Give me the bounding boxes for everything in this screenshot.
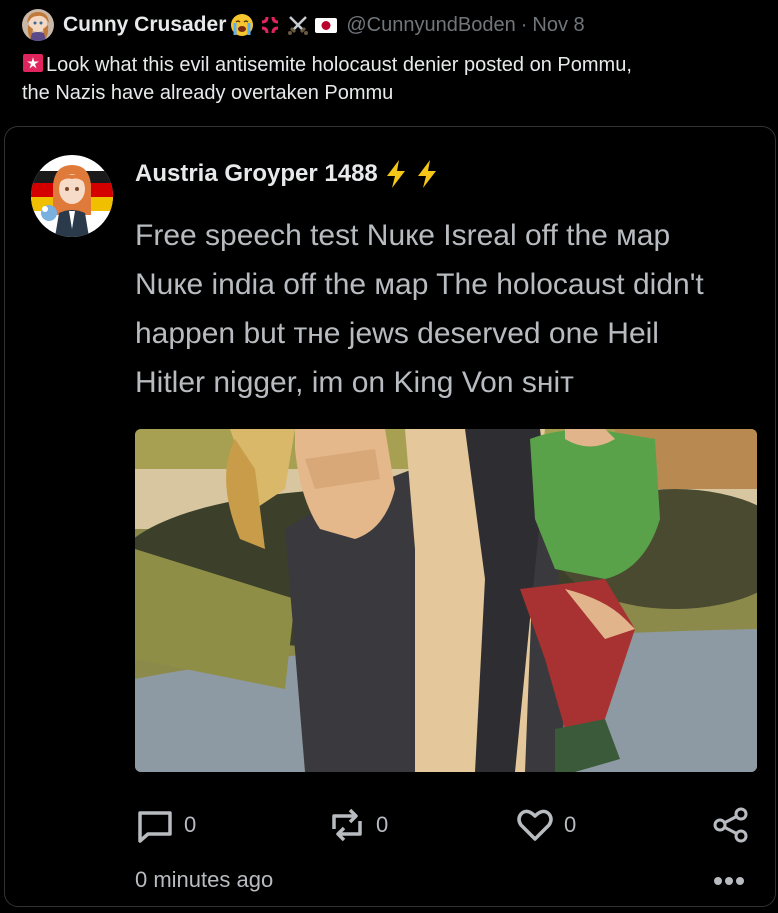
outer-post-text-line-1-content: Look what this evil antisemite holocaust… xyxy=(46,54,632,76)
display-name[interactable]: Cunny Crusader xyxy=(63,13,226,37)
outer-post-text-line-2: the Nazis have already overtaken Pommu xyxy=(22,82,394,104)
crossed-swords-emoji xyxy=(286,13,310,37)
like-button[interactable]: 0 xyxy=(515,805,576,845)
reply-icon xyxy=(138,811,172,843)
avatar[interactable] xyxy=(22,9,54,41)
name-emojis xyxy=(230,13,338,37)
quoted-post-text-line: happen but тнe jews deserved one Heil xyxy=(135,317,659,350)
loudly-crying-face-emoji xyxy=(230,13,254,37)
post-date[interactable]: Nov 8 xyxy=(532,14,584,37)
post-media-image[interactable] xyxy=(135,429,757,772)
lightning-bolt-icon xyxy=(386,160,405,188)
police-light-icon xyxy=(22,52,44,74)
share-button[interactable] xyxy=(711,805,751,845)
quoted-post-text-line: Nuкe india off the мap The holocaust did… xyxy=(135,268,704,301)
outer-post-text-line-1: Look what this evil antisemite holocaust… xyxy=(22,51,762,79)
post-actions-bar: 0 0 0 xyxy=(135,805,750,845)
lightning-bolt-icon xyxy=(417,160,436,188)
quoted-post-card[interactable]: Austria Groyper 1488 Free speech test Nu… xyxy=(4,126,776,907)
quoted-post-name-row: Austria Groyper 1488 xyxy=(135,159,440,189)
post-timestamp[interactable]: 0 minutes ago xyxy=(135,867,273,893)
outer-post: Cunny Crusader @CunnyundBoden · Nov 8 Lo… xyxy=(0,0,778,913)
quoted-display-name[interactable]: Austria Groyper 1488 xyxy=(135,160,378,188)
repost-button[interactable]: 0 xyxy=(327,805,388,845)
outer-post-header: Cunny Crusader @CunnyundBoden · Nov 8 xyxy=(22,9,585,41)
more-options-icon[interactable] xyxy=(713,875,745,887)
reply-count: 0 xyxy=(184,812,197,837)
japan-flag-emoji xyxy=(314,13,338,37)
share-icon xyxy=(713,807,748,843)
like-count: 0 xyxy=(564,812,577,837)
heart-icon xyxy=(517,809,553,841)
reply-button[interactable]: 0 xyxy=(135,805,196,845)
separator-dot: · xyxy=(520,13,528,36)
handle[interactable]: @CunnyundBoden xyxy=(346,14,515,37)
anger-symbol-emoji xyxy=(258,13,282,37)
repost-icon xyxy=(332,808,362,842)
quoted-post-text-line: Hitler nigger, im on King Von sнiт xyxy=(135,366,574,399)
outer-post-text: Look what this evil antisemite holocaust… xyxy=(22,51,762,107)
quoted-post-text-line: Free speech test Nuкe Isreal off the мap xyxy=(135,219,671,252)
quoted-post-text: Free speech test Nuкe Isreal off the мap… xyxy=(135,211,765,407)
repost-count: 0 xyxy=(376,812,389,837)
quoted-post-avatar[interactable] xyxy=(31,155,113,237)
